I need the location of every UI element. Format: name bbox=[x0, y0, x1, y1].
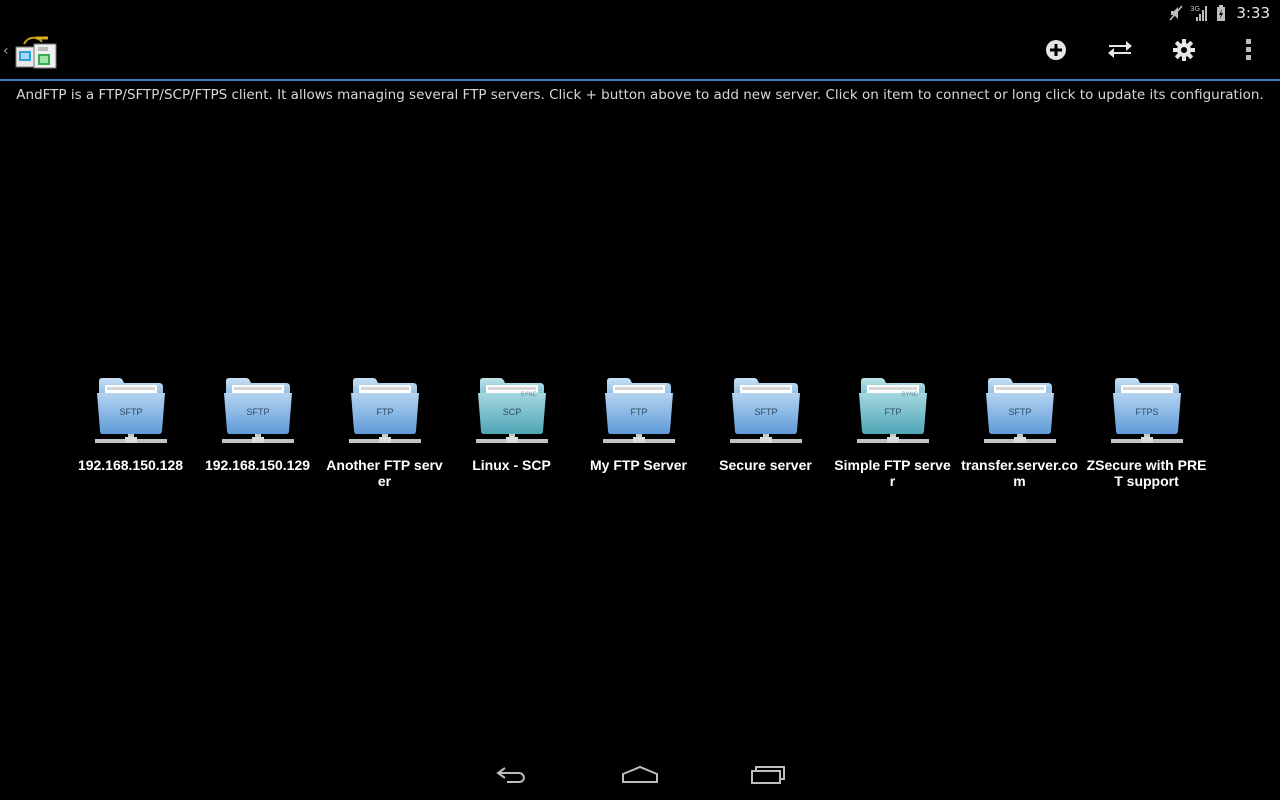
protocol-label: SFTP bbox=[246, 407, 269, 417]
settings-button[interactable] bbox=[1164, 34, 1204, 70]
server-folder-icon: FTP bbox=[347, 375, 423, 447]
overflow-menu-button[interactable] bbox=[1228, 34, 1268, 70]
server-grid: SFTP 192.168.150.128 SFTP 192.168.150.129 FT… bbox=[67, 375, 1210, 489]
screen: 3G 3:33 ‹ AndFTP is a FTP/SFTP/SCP/FTPS … bbox=[0, 0, 1280, 800]
server-name: 192.168.150.128 bbox=[77, 457, 184, 473]
more-vert-icon bbox=[1244, 38, 1252, 66]
status-icons: 3G 3:33 bbox=[1168, 2, 1270, 24]
server-folder-icon: SFTP bbox=[982, 375, 1058, 447]
server-item[interactable]: SFTP transfer.server.com bbox=[956, 375, 1083, 489]
add-server-button[interactable] bbox=[1036, 34, 1076, 70]
swap-arrows-icon bbox=[1106, 40, 1134, 64]
back-icon bbox=[495, 765, 529, 789]
server-folder-icon: SFTP bbox=[728, 375, 804, 447]
server-item[interactable]: FTPS ZSecure with PRET support bbox=[1083, 375, 1210, 489]
server-folder-icon: SCP SYNC bbox=[474, 375, 550, 447]
server-name: My FTP Server bbox=[589, 457, 687, 473]
server-item[interactable]: FTP My FTP Server bbox=[575, 375, 702, 489]
app-description: AndFTP is a FTP/SFTP/SCP/FTPS client. It… bbox=[16, 87, 1264, 103]
server-name: Simple FTP server bbox=[834, 457, 951, 489]
server-folder-icon: SFTP bbox=[93, 375, 169, 447]
transfers-button[interactable] bbox=[1100, 34, 1140, 70]
protocol-label: FTP bbox=[630, 407, 647, 417]
protocol-label: SFTP bbox=[119, 407, 142, 417]
home-button[interactable] bbox=[610, 762, 670, 792]
protocol-label: SCP bbox=[502, 407, 521, 417]
sync-badge: SYNC bbox=[520, 392, 537, 398]
server-folder-icon: FTP bbox=[601, 375, 677, 447]
muted-icon bbox=[1168, 4, 1184, 22]
server-name: Another FTP server bbox=[326, 457, 443, 489]
battery-icon bbox=[1216, 4, 1226, 22]
server-item[interactable]: FTP Another FTP server bbox=[321, 375, 448, 489]
protocol-label: FTP bbox=[884, 407, 901, 417]
sync-badge: SYNC bbox=[901, 392, 918, 398]
server-item[interactable]: FTP SYNC Simple FTP server bbox=[829, 375, 956, 489]
protocol-label: FTPS bbox=[1135, 407, 1158, 417]
server-name: Linux - SCP bbox=[472, 457, 551, 473]
gear-icon bbox=[1173, 39, 1195, 65]
recents-button[interactable] bbox=[738, 762, 798, 792]
server-item[interactable]: SFTP Secure server bbox=[702, 375, 829, 489]
plus-circle-icon bbox=[1045, 39, 1067, 65]
andftp-app-icon[interactable] bbox=[14, 34, 60, 72]
server-item[interactable]: SFTP 192.168.150.128 bbox=[67, 375, 194, 489]
server-folder-icon: SFTP bbox=[220, 375, 296, 447]
status-time: 3:33 bbox=[1236, 4, 1270, 22]
signal-icon: 3G bbox=[1190, 4, 1210, 22]
server-item[interactable]: SFTP 192.168.150.129 bbox=[194, 375, 321, 489]
network-type-label: 3G bbox=[1190, 5, 1200, 13]
navigation-bar bbox=[0, 752, 1280, 800]
recents-icon bbox=[750, 765, 786, 789]
server-name: ZSecure with PRET support bbox=[1086, 457, 1207, 489]
server-name: transfer.server.com bbox=[961, 457, 1078, 489]
up-caret-icon[interactable]: ‹ bbox=[3, 43, 9, 59]
server-item[interactable]: SCP SYNC Linux - SCP bbox=[448, 375, 575, 489]
action-bar: ‹ bbox=[0, 25, 1280, 81]
protocol-label: SFTP bbox=[754, 407, 777, 417]
server-folder-icon: FTP SYNC bbox=[855, 375, 931, 447]
server-folder-icon: FTPS bbox=[1109, 375, 1185, 447]
status-bar: 3G 3:33 bbox=[0, 0, 1280, 25]
server-name: 192.168.150.129 bbox=[204, 457, 311, 473]
home-icon bbox=[621, 765, 659, 789]
protocol-label: FTP bbox=[376, 407, 393, 417]
server-name: Secure server bbox=[719, 457, 812, 473]
back-button[interactable] bbox=[482, 762, 542, 792]
protocol-label: SFTP bbox=[1008, 407, 1031, 417]
